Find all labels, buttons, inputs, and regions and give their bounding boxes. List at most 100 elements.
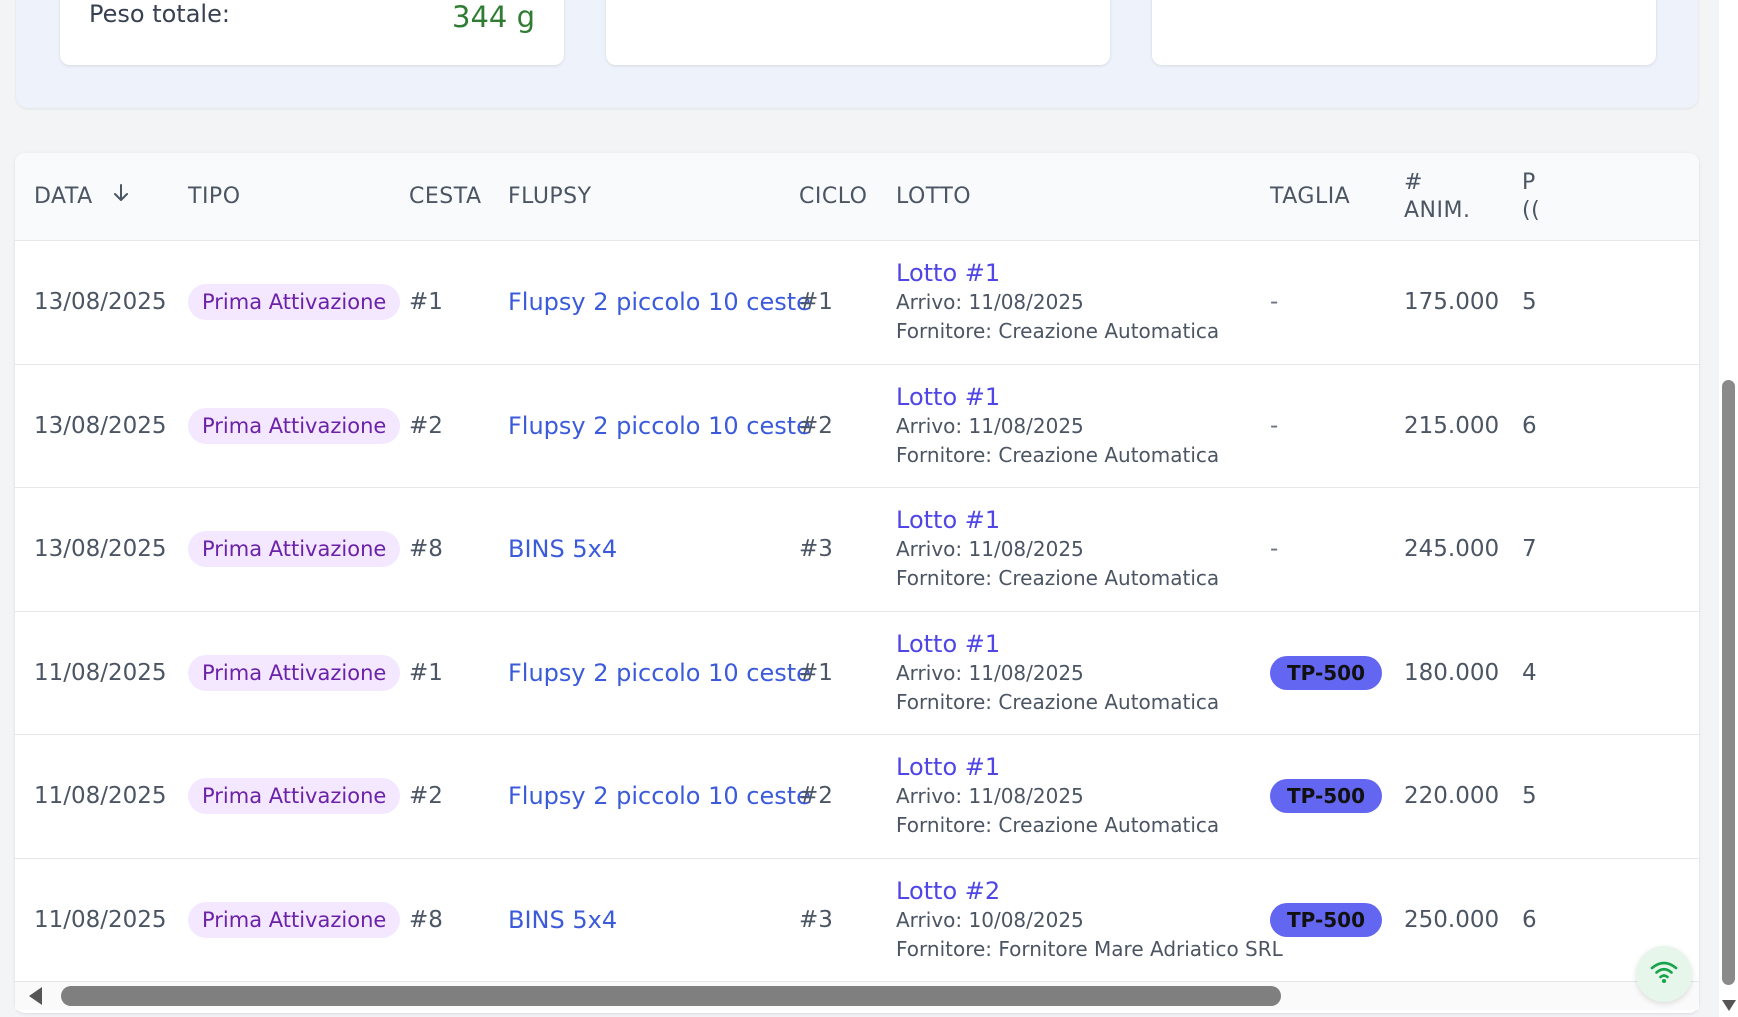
date-cell: 13/08/2025	[34, 412, 167, 439]
table-header: DATA TIPO CESTA FLUPSY CICLO LOTTO TAGLI…	[15, 153, 1699, 241]
lot-supplier: Fornitore: Creazione Automatica	[896, 319, 1220, 344]
lot-supplier: Fornitore: Creazione Automatica	[896, 566, 1220, 591]
column-header-next[interactable]: P ((	[1522, 169, 1540, 225]
date-cell: 11/08/2025	[34, 659, 167, 686]
column-header-taglia[interactable]: TAGLIA	[1270, 183, 1350, 211]
column-header-ciclo[interactable]: CICLO	[799, 183, 868, 211]
lot-link[interactable]: Lotto #1	[896, 629, 1219, 659]
flupsy-cell: BINS 5x4	[508, 535, 617, 563]
lot-supplier: Fornitore: Creazione Automatica	[896, 442, 1220, 467]
size-badge: TP-500	[1270, 902, 1382, 937]
basket-cell: #8	[409, 906, 443, 933]
flupsy-link[interactable]: Flupsy 2 piccolo 10 ceste	[508, 288, 811, 316]
animals-cell: 250.000	[1404, 906, 1500, 933]
flupsy-link[interactable]: Flupsy 2 piccolo 10 ceste	[508, 412, 811, 440]
summary-card-total-weight: Peso totale: 344 g	[60, 0, 564, 65]
flupsy-cell: BINS 5x4	[508, 906, 617, 934]
date-cell: 13/08/2025	[34, 289, 167, 316]
lot-arrival: Arrivo: 11/08/2025	[896, 660, 1084, 685]
column-header-lotto[interactable]: LOTTO	[896, 183, 971, 211]
lot-link[interactable]: Lotto #2	[896, 876, 1283, 906]
column-header-cesta[interactable]: CESTA	[409, 183, 482, 211]
flupsy-link[interactable]: Flupsy 2 piccolo 10 ceste	[508, 659, 811, 687]
table-row[interactable]: 13/08/2025 Prima Attivazione #1 Flupsy 2…	[15, 241, 1699, 365]
basket-cell: #8	[409, 536, 443, 563]
table-body: 13/08/2025 Prima Attivazione #1 Flupsy 2…	[15, 241, 1699, 982]
size-cell: -	[1270, 536, 1278, 562]
next-column-cell: 5	[1522, 783, 1537, 810]
size-empty: -	[1270, 536, 1279, 563]
type-cell: Prima Attivazione	[188, 778, 401, 815]
lot-arrival: Arrivo: 11/08/2025	[896, 413, 1084, 438]
type-cell: Prima Attivazione	[188, 284, 401, 321]
animals-cell: 215.000	[1404, 412, 1500, 439]
lot-link[interactable]: Lotto #1	[896, 258, 1219, 288]
animals-cell: 220.000	[1404, 783, 1500, 810]
column-header-animals[interactable]: # ANIM.	[1404, 169, 1470, 225]
lot-supplier: Fornitore: Fornitore Mare Adriatico SRL	[896, 936, 1283, 961]
lot-link[interactable]: Lotto #1	[896, 382, 1219, 412]
horizontal-scrollbar[interactable]	[15, 982, 1699, 1010]
lot-cell: Lotto #1 Arrivo: 11/08/2025 Fornitore: C…	[896, 258, 1219, 346]
next-column-cell: 6	[1522, 412, 1537, 439]
flupsy-cell: Flupsy 2 piccolo 10 ceste	[508, 659, 811, 687]
chevron-down-icon[interactable]	[1722, 1000, 1736, 1011]
lot-link[interactable]: Lotto #1	[896, 505, 1219, 535]
chevron-left-icon[interactable]	[29, 987, 42, 1005]
lot-cell: Lotto #1 Arrivo: 11/08/2025 Fornitore: C…	[896, 505, 1219, 593]
table-row[interactable]: 11/08/2025 Prima Attivazione #2 Flupsy 2…	[15, 735, 1699, 859]
horizontal-scroll-thumb[interactable]	[61, 986, 1281, 1006]
lot-link[interactable]: Lotto #1	[896, 752, 1219, 782]
cycle-cell: #1	[799, 289, 833, 316]
vertical-scrollbar[interactable]	[1719, 0, 1738, 1017]
summary-panel: Peso totale: 344 g	[16, 0, 1698, 108]
cycle-cell: #3	[799, 536, 833, 563]
lot-cell: Lotto #1 Arrivo: 11/08/2025 Fornitore: C…	[896, 629, 1219, 717]
summary-card-3	[1152, 0, 1656, 65]
flupsy-link[interactable]: BINS 5x4	[508, 906, 617, 934]
vertical-scroll-thumb[interactable]	[1722, 380, 1735, 985]
type-badge: Prima Attivazione	[188, 531, 401, 568]
type-badge: Prima Attivazione	[188, 778, 401, 815]
type-cell: Prima Attivazione	[188, 654, 401, 691]
type-badge: Prima Attivazione	[188, 407, 401, 444]
table-row[interactable]: 11/08/2025 Prima Attivazione #1 Flupsy 2…	[15, 612, 1699, 735]
lot-arrival: Arrivo: 11/08/2025	[896, 290, 1084, 315]
next-column-cell: 6	[1522, 906, 1537, 933]
cycle-cell: #3	[799, 906, 833, 933]
flupsy-cell: Flupsy 2 piccolo 10 ceste	[508, 412, 811, 440]
size-empty: -	[1270, 412, 1279, 439]
lot-cell: Lotto #2 Arrivo: 10/08/2025 Fornitore: F…	[896, 876, 1283, 964]
basket-cell: #1	[409, 289, 443, 316]
flupsy-link[interactable]: BINS 5x4	[508, 535, 617, 563]
lot-cell: Lotto #1 Arrivo: 11/08/2025 Fornitore: C…	[896, 752, 1219, 840]
total-weight-value: 344 g	[452, 0, 535, 34]
table-row[interactable]: 11/08/2025 Prima Attivazione #8 BINS 5x4…	[15, 859, 1699, 982]
table-row[interactable]: 13/08/2025 Prima Attivazione #2 Flupsy 2…	[15, 365, 1699, 488]
arrow-down-icon	[112, 183, 130, 211]
lot-arrival: Arrivo: 10/08/2025	[896, 907, 1084, 932]
lot-supplier: Fornitore: Creazione Automatica	[896, 689, 1220, 714]
column-header-tipo[interactable]: TIPO	[188, 183, 241, 211]
basket-cell: #2	[409, 783, 443, 810]
type-cell: Prima Attivazione	[188, 531, 401, 568]
table-row[interactable]: 13/08/2025 Prima Attivazione #8 BINS 5x4…	[15, 488, 1699, 612]
animals-cell: 175.000	[1404, 289, 1500, 316]
total-weight-label: Peso totale:	[89, 0, 230, 28]
size-cell: -	[1270, 413, 1278, 439]
basket-cell: #2	[409, 412, 443, 439]
type-cell: Prima Attivazione	[188, 901, 401, 938]
flupsy-cell: Flupsy 2 piccolo 10 ceste	[508, 288, 811, 316]
flupsy-link[interactable]: Flupsy 2 piccolo 10 ceste	[508, 782, 811, 810]
column-header-data[interactable]: DATA	[34, 183, 130, 211]
connection-status-button[interactable]	[1636, 946, 1692, 1002]
basket-cell: #1	[409, 659, 443, 686]
wifi-icon	[1649, 959, 1679, 989]
next-column-cell: 7	[1522, 536, 1537, 563]
type-badge: Prima Attivazione	[188, 284, 401, 321]
size-badge: TP-500	[1270, 655, 1382, 690]
date-cell: 11/08/2025	[34, 906, 167, 933]
flupsy-cell: Flupsy 2 piccolo 10 ceste	[508, 782, 811, 810]
column-header-flupsy[interactable]: FLUPSY	[508, 183, 592, 211]
size-cell: TP-500	[1270, 779, 1382, 814]
